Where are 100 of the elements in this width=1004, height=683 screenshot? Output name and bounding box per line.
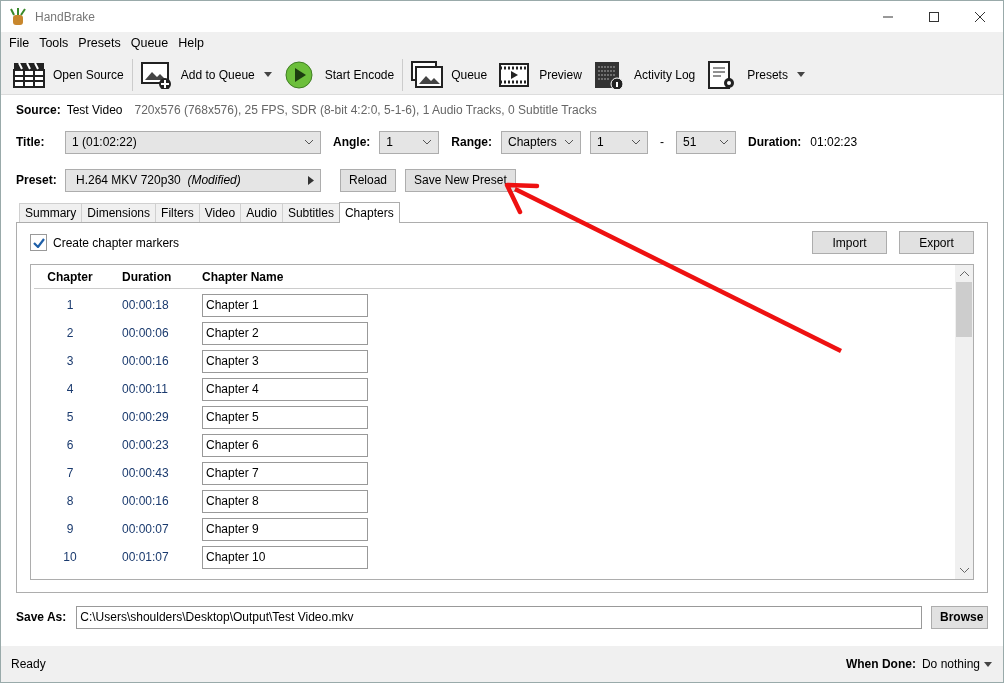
title-dropdown[interactable]: 1 (01:02:22) (65, 130, 321, 154)
range-end-dropdown[interactable]: 51 (676, 130, 736, 154)
table-cell-text: 00:00:16 (121, 493, 170, 510)
chapter-name-field[interactable]: Chapter 10 (202, 545, 368, 569)
menu-item[interactable]: Tools (34, 34, 74, 53)
checkbox[interactable] (30, 234, 47, 251)
window-title: HandBrake (35, 8, 96, 26)
table-cell-text: 00:00:16 (121, 353, 170, 370)
table-cell-text: 1 (65, 297, 75, 314)
chapter-name-field[interactable]: Chapter 3 (202, 349, 368, 373)
when-done-label: When Done: (845, 656, 916, 673)
triangle-right-icon (308, 175, 314, 185)
toolbar-button[interactable]: Queue (405, 56, 494, 93)
chapter-name-field[interactable]: Chapter 4 (202, 377, 368, 401)
clapperboard-icon (13, 60, 45, 89)
tab[interactable]: Chapters (338, 202, 400, 223)
preset-button[interactable]: Reload (340, 168, 397, 192)
toolbar-button[interactable]: Start Encode (278, 56, 401, 93)
chevron-down-icon (564, 139, 574, 145)
toolbar-button[interactable]: Add to Queue (134, 56, 279, 93)
range-mode-dropdown[interactable]: Chapters (501, 130, 581, 154)
chapter-name-field[interactable]: Chapter 8 (202, 489, 368, 513)
tab[interactable]: Subtitles (281, 203, 340, 222)
save-path-field[interactable]: C:\Users\shoulders\Desktop\Output\Test Video.mkv (76, 605, 922, 629)
menu-item[interactable]: Queue (125, 34, 174, 53)
table-cell-text: 00:00:07 (121, 521, 170, 538)
table-cell-text: 00:01:07 (121, 549, 170, 566)
chevron-down-icon (304, 139, 314, 145)
table-cell-text: 8 (65, 493, 75, 510)
chevron-down-icon (959, 568, 969, 573)
chapter-name-field[interactable]: Chapter 7 (202, 461, 368, 485)
column-header: Chapter (46, 268, 94, 286)
chapter-name-field[interactable]: Chapter 1 (202, 293, 368, 317)
duration-value: 01:02:23 (810, 134, 858, 151)
caret-icon (795, 71, 806, 78)
tab[interactable]: Audio (240, 203, 283, 222)
close-icon[interactable] (975, 11, 985, 22)
menu-item[interactable]: Presets (73, 34, 126, 53)
checkbox-label: Create chapter markers (53, 234, 180, 252)
title-label: Title: (16, 134, 46, 151)
check-icon (32, 237, 45, 248)
range-separator: - (660, 134, 664, 151)
source-info: 720x576 (768x576), 25 FPS, SDR (8-bit 4:2:0, 5-1-6), 1 Audio Tracks, 0 Subtitle Tracks (134, 101, 597, 119)
table-cell-text: 00:00:23 (121, 437, 170, 454)
maximize-icon[interactable] (929, 11, 939, 22)
tab[interactable]: Video (198, 203, 242, 222)
chevron-down-icon (422, 139, 433, 145)
table-cell-text: 00:00:43 (121, 465, 170, 482)
table-cell-text: 00:00:06 (121, 325, 170, 342)
save-as-label: Save As: (16, 609, 67, 626)
toolbar-button[interactable]: Open Source (7, 56, 130, 93)
column-header: Chapter Name (202, 268, 285, 286)
tab[interactable]: Dimensions (81, 203, 157, 222)
tab[interactable]: Summary (19, 203, 83, 222)
tab[interactable]: Filters (155, 203, 200, 222)
duration-label: Duration: (748, 134, 802, 151)
pineapple-drink-icon (9, 7, 27, 26)
source-name: Test Video (66, 101, 123, 119)
when-done-dropdown[interactable]: Do nothing (921, 654, 993, 674)
preset-selector[interactable]: H.264 MKV 720p30 (Modified) (65, 168, 321, 192)
table-cell-text: 5 (65, 409, 75, 426)
scrollbar[interactable] (955, 265, 973, 579)
table-cell-text: 9 (65, 521, 75, 538)
table-cell-text: 2 (65, 325, 75, 342)
picture-plus-icon (140, 60, 173, 89)
menu-item[interactable]: Help (173, 34, 209, 53)
caret-icon (262, 71, 273, 78)
panel-button[interactable]: Import (812, 231, 887, 254)
chapter-name-field[interactable]: Chapter 2 (202, 321, 368, 345)
table-cell-text: 00:00:29 (121, 409, 170, 426)
toolbar-button[interactable]: Presets (701, 56, 812, 93)
toolbar-button[interactable]: Activity Log (587, 56, 702, 93)
chevron-up-icon (959, 271, 969, 276)
angle-dropdown[interactable]: 1 (379, 130, 440, 154)
range-start-dropdown[interactable]: 1 (590, 130, 648, 154)
scrollbar-thumb[interactable] (956, 282, 972, 337)
table-cell-text: 7 (65, 465, 75, 482)
range-label: Range: (451, 134, 492, 151)
table-cell-text: 6 (65, 437, 75, 454)
table-cell-text: 10 (62, 549, 78, 566)
preset-label: Preset: (16, 172, 56, 189)
chapter-name-field[interactable]: Chapter 6 (202, 433, 368, 457)
panel-button[interactable]: Export (899, 231, 974, 254)
table-cell-text: 00:00:18 (121, 297, 170, 314)
toolbar-button[interactable]: Preview (493, 56, 588, 93)
column-header: Duration (121, 268, 173, 286)
source-label: Source: (16, 101, 61, 119)
chevron-down-icon (719, 139, 729, 145)
log-icon (593, 60, 626, 89)
caret-icon (983, 660, 993, 668)
chapter-name-field[interactable]: Chapter 9 (202, 517, 368, 541)
table-cell-text: 00:00:11 (121, 381, 169, 398)
table-cell-text: 3 (65, 353, 75, 370)
browse-button[interactable]: Browse (931, 605, 988, 629)
angle-label: Angle: (333, 134, 371, 151)
preset-button[interactable]: Save New Preset (405, 168, 516, 192)
menu-item[interactable]: File (4, 34, 35, 53)
table-cell-text: 4 (65, 381, 75, 398)
chapter-name-field[interactable]: Chapter 5 (202, 405, 368, 429)
pictures-icon (411, 60, 444, 89)
